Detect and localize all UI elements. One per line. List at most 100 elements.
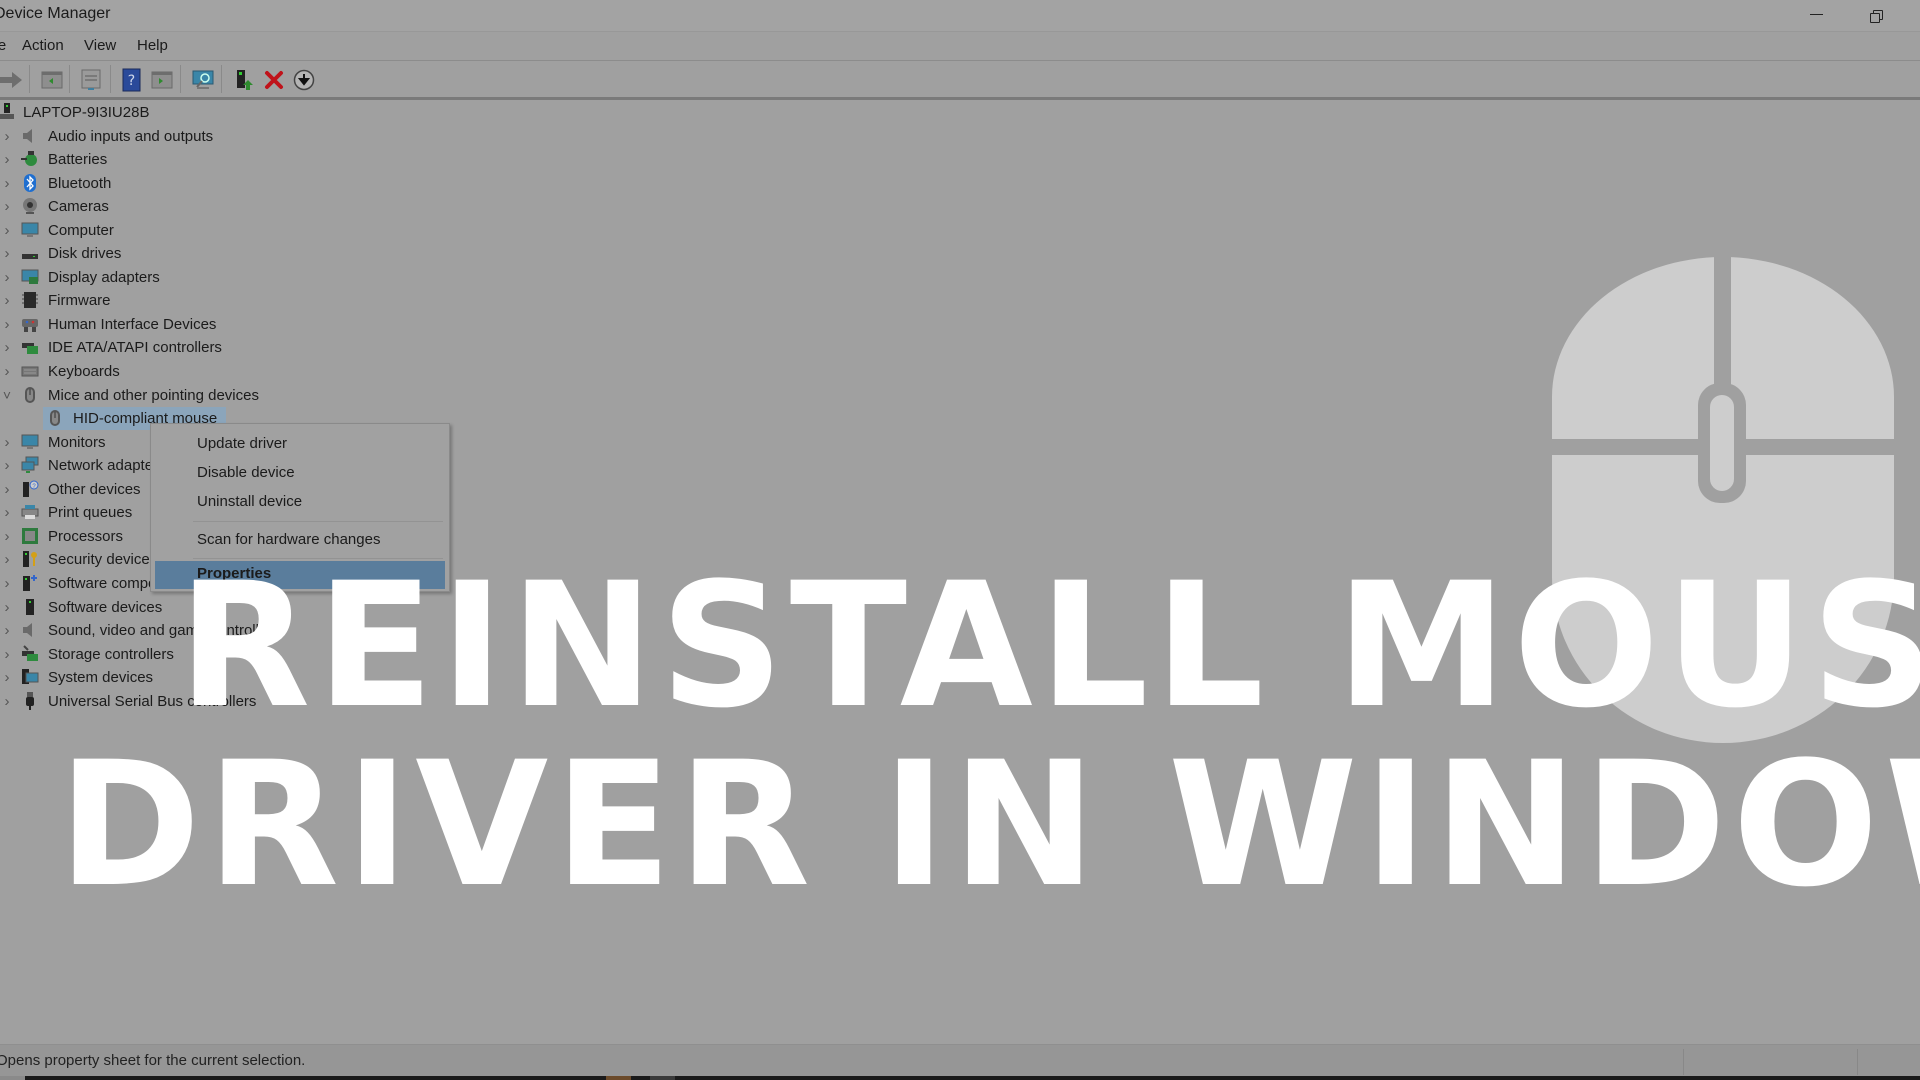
- properties-icon: [81, 69, 101, 90]
- chip-icon: [22, 292, 38, 309]
- disable-device-button[interactable]: [292, 68, 316, 92]
- bluetooth-icon: [24, 173, 36, 192]
- tree-category[interactable]: › Audio inputs and outputs: [0, 125, 300, 148]
- monitor-icon: [21, 434, 39, 449]
- show-action-pane-button[interactable]: [150, 68, 174, 92]
- chevron-right-icon[interactable]: ›: [2, 245, 12, 262]
- menu-item-disable-device[interactable]: Disable device: [151, 460, 449, 486]
- chevron-right-icon[interactable]: ›: [2, 669, 12, 686]
- menu-file[interactable]: File: [0, 37, 6, 54]
- chevron-right-icon[interactable]: ›: [2, 575, 12, 592]
- chevron-right-icon[interactable]: ›: [2, 481, 12, 498]
- update-driver-icon: [237, 70, 253, 90]
- menu-separator: [193, 521, 443, 522]
- forward-button[interactable]: [0, 68, 24, 92]
- chevron-right-icon[interactable]: ›: [2, 457, 12, 474]
- toolbar-separator: [221, 65, 222, 93]
- tree-category-label: Computer: [48, 221, 114, 239]
- show-action-pane-icon: [151, 71, 173, 89]
- tree-category[interactable]: › Disk drives: [0, 242, 300, 265]
- chevron-right-icon[interactable]: ›: [2, 551, 12, 568]
- tree-category[interactable]: › Bluetooth: [0, 172, 300, 195]
- tree-category[interactable]: › Human Interface Devices: [0, 313, 300, 336]
- chevron-right-icon[interactable]: ›: [2, 339, 12, 356]
- title-bar: Device Manager: [0, 0, 1920, 31]
- tree-category-label: Disk drives: [48, 245, 122, 263]
- taskbar-edge: [0, 1076, 1920, 1080]
- help-icon: ?: [122, 68, 141, 92]
- chevron-right-icon[interactable]: ›: [2, 292, 12, 309]
- toolbar-separator: [69, 65, 70, 93]
- headline-line-2: DRIVER IN WINDOWS: [58, 724, 1920, 925]
- tree-category-label: Cameras: [48, 198, 109, 216]
- svg-text:?: ?: [128, 73, 135, 89]
- chevron-right-icon[interactable]: ›: [2, 504, 12, 521]
- speaker-icon: [23, 128, 32, 143]
- tree-category-label: Security devices: [48, 551, 158, 569]
- hid-icon: [22, 318, 38, 332]
- tree-category-label: Display adapters: [48, 268, 160, 286]
- taskbar-active-app: [606, 1076, 631, 1080]
- chevron-right-icon[interactable]: ›: [2, 151, 12, 168]
- chevron-down-icon[interactable]: ˅: [2, 387, 12, 403]
- headline-line-1: REINSTALL MOUSE: [178, 545, 1920, 746]
- status-text: Opens property sheet for the current sel…: [0, 1052, 306, 1069]
- camera-icon: [23, 198, 37, 215]
- window-title: Device Manager: [0, 5, 111, 22]
- chevron-right-icon[interactable]: ›: [2, 646, 12, 663]
- tree-category[interactable]: › Batteries: [0, 148, 300, 171]
- chevron-right-icon[interactable]: ›: [2, 599, 12, 616]
- display-adapter-icon: [21, 269, 39, 284]
- tree-category[interactable]: › Firmware: [0, 289, 300, 312]
- chevron-right-icon[interactable]: ›: [2, 128, 12, 145]
- restore-button[interactable]: [1846, 0, 1906, 31]
- tree-category[interactable]: ˅ Mice and other pointing devices: [0, 384, 300, 407]
- chevron-right-icon[interactable]: ›: [2, 175, 12, 192]
- tree-category-label: System devices: [48, 669, 154, 687]
- restore-icon: [1870, 9, 1883, 23]
- chevron-right-icon[interactable]: ›: [2, 316, 12, 333]
- help-button[interactable]: ?: [120, 68, 144, 92]
- tree-category-label: Storage controllers: [48, 645, 174, 663]
- chevron-right-icon[interactable]: ›: [2, 363, 12, 380]
- chevron-right-icon[interactable]: ›: [2, 198, 12, 215]
- chevron-right-icon[interactable]: ›: [2, 434, 12, 451]
- tree-category-label: Network adapters: [48, 457, 166, 475]
- chevron-right-icon[interactable]: ›: [2, 269, 12, 286]
- controller-card-icon: [22, 343, 38, 355]
- scan-hardware-button[interactable]: [191, 68, 215, 92]
- show-hide-console-tree-button[interactable]: [40, 68, 64, 92]
- toolbar-separator: [180, 65, 181, 93]
- menu-view[interactable]: View: [84, 37, 116, 54]
- minimize-button[interactable]: [1786, 0, 1846, 31]
- tree-category[interactable]: › Computer: [0, 219, 300, 242]
- update-driver-button[interactable]: [233, 68, 257, 92]
- toolbar: ?: [0, 61, 1920, 100]
- menu-item-update-driver[interactable]: Update driver: [151, 431, 449, 457]
- menu-help[interactable]: Help: [137, 37, 168, 54]
- uninstall-button[interactable]: [262, 68, 286, 92]
- usb-icon: [26, 691, 34, 710]
- storage-controller-icon: [22, 644, 38, 661]
- status-separator: [1683, 1049, 1684, 1075]
- tree-category[interactable]: › IDE ATA/ATAPI controllers: [0, 336, 300, 359]
- tree-category-label: Other devices: [48, 480, 141, 498]
- properties-button[interactable]: [79, 68, 103, 92]
- printer-icon: [21, 505, 39, 520]
- menu-bar: File Action View Help: [0, 31, 1920, 62]
- menu-item-uninstall-device[interactable]: Uninstall device: [151, 489, 449, 515]
- chevron-right-icon[interactable]: ›: [2, 528, 12, 545]
- tree-category-label: Monitors: [48, 433, 106, 451]
- chevron-right-icon[interactable]: ›: [2, 222, 12, 239]
- mouse-icon: [25, 386, 35, 403]
- tree-category[interactable]: › Cameras: [0, 195, 300, 218]
- tree-category-label: Firmware: [48, 292, 111, 310]
- chevron-right-icon[interactable]: ›: [2, 622, 12, 639]
- tree-category[interactable]: › Display adapters: [0, 266, 300, 289]
- menu-action[interactable]: Action: [22, 37, 64, 54]
- software-device-icon: [26, 598, 34, 615]
- disable-device-icon: [293, 69, 315, 91]
- tree-category[interactable]: › Keyboards: [0, 360, 300, 383]
- toolbar-separator: [29, 65, 30, 93]
- chevron-right-icon[interactable]: ›: [2, 693, 12, 710]
